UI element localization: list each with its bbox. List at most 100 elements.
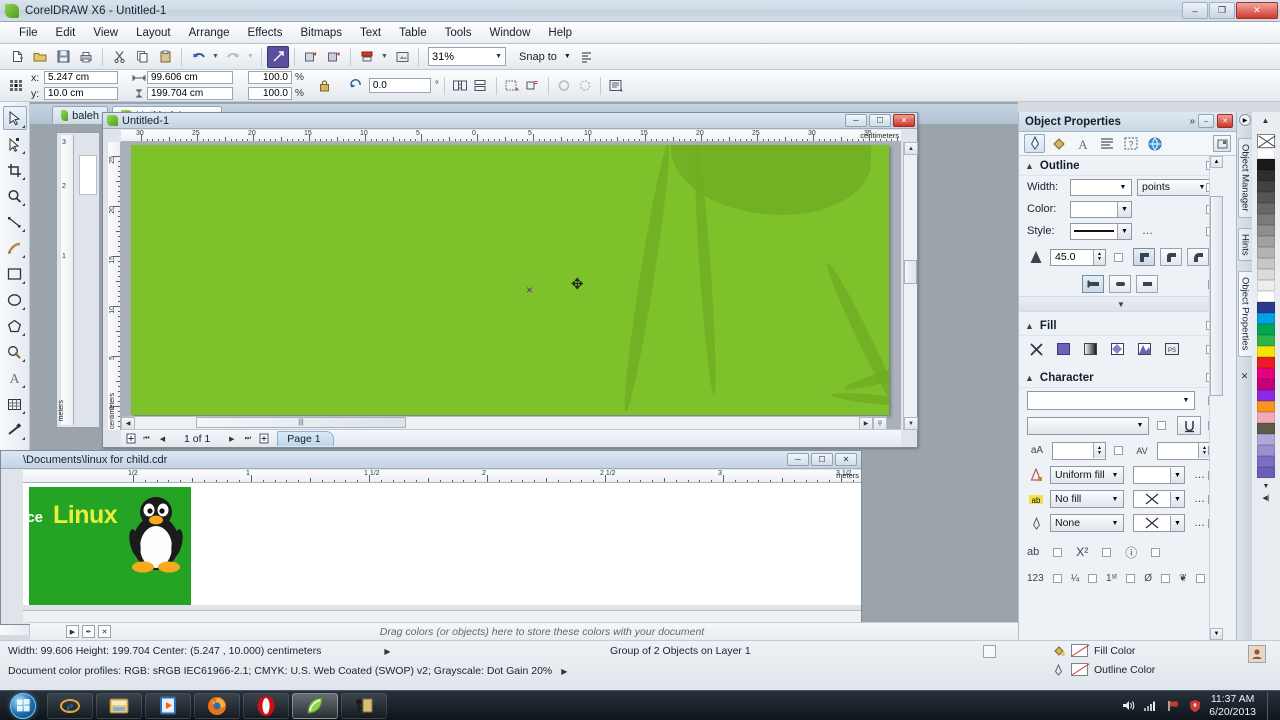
- taskbar-other-app[interactable]: [341, 692, 387, 719]
- basic-shapes-tool[interactable]: [3, 340, 27, 364]
- export-to-button[interactable]: [323, 46, 345, 68]
- font-family-combo[interactable]: ▼: [1027, 391, 1195, 410]
- palette-scroll-up-button[interactable]: ▲: [1259, 114, 1272, 127]
- palette-swatch[interactable]: [1257, 390, 1275, 401]
- options-button[interactable]: [576, 46, 598, 68]
- x-position-field[interactable]: 5.247 cm: [44, 71, 118, 84]
- opentype-slashed-zero-button[interactable]: Ø: [1144, 573, 1152, 584]
- character-effects-checkbox[interactable]: [1151, 547, 1161, 557]
- status-lock-indicator[interactable]: [983, 645, 996, 658]
- object-origin-picker[interactable]: [6, 76, 26, 96]
- polygon-tool[interactable]: [3, 314, 27, 338]
- palette-swatch[interactable]: [1257, 313, 1275, 324]
- table-tool[interactable]: [3, 392, 27, 416]
- shape-tool[interactable]: [3, 132, 27, 156]
- opentype-ordinals-checkbox[interactable]: [1126, 573, 1136, 583]
- palette-swatch[interactable]: [1257, 368, 1275, 379]
- eyedropper-icon[interactable]: ✒: [82, 625, 95, 638]
- page-tab-1[interactable]: Page 1: [277, 431, 334, 446]
- menu-item-tools[interactable]: Tools: [436, 24, 481, 42]
- opentype-numerals-checkbox[interactable]: [1052, 573, 1062, 583]
- mirror-horizontal-button[interactable]: [450, 76, 470, 96]
- font-style-combo[interactable]: ▼: [1027, 416, 1149, 435]
- status-outline-color[interactable]: Outline Color: [1052, 663, 1155, 676]
- round-corner-button[interactable]: [1187, 248, 1209, 266]
- color-drag-strip[interactable]: ▶ ✒ ✕ Drag colors (or objects) here to s…: [30, 622, 1018, 640]
- horizontal-scroll-thumb[interactable]: |||: [196, 417, 406, 428]
- previous-page-button[interactable]: ◀: [156, 432, 169, 445]
- snap-to-button[interactable]: Snap to ▼: [515, 47, 575, 66]
- round-cap-button[interactable]: [1109, 275, 1131, 293]
- y-position-field[interactable]: 10.0 cm: [44, 87, 118, 100]
- tray-volume-icon[interactable]: [1121, 698, 1136, 713]
- character-position-checkbox[interactable]: [1053, 547, 1063, 557]
- character-position-button[interactable]: ab: [1027, 546, 1039, 558]
- docker-collapse-button[interactable]: ▶: [1239, 114, 1251, 126]
- docker-close-button[interactable]: ✕: [1217, 114, 1233, 128]
- start-button[interactable]: [2, 692, 44, 720]
- character-outline-combo[interactable]: None ▼: [1050, 514, 1124, 532]
- palette-swatch[interactable]: [1257, 445, 1275, 456]
- palette-swatch[interactable]: [1257, 258, 1275, 269]
- fill-pattern-button[interactable]: [1108, 341, 1127, 358]
- close-button[interactable]: ✕: [1236, 2, 1278, 19]
- redo-dropdown-arrow[interactable]: ▼: [245, 46, 256, 68]
- child2-horizontal-scrollbar[interactable]: [23, 610, 861, 622]
- scroll-down-button[interactable]: ▼: [904, 417, 918, 430]
- outline-style-more-button[interactable]: …: [1142, 225, 1154, 237]
- child2-minimize-button[interactable]: ─: [787, 453, 809, 466]
- palette-swatch[interactable]: [1257, 192, 1275, 203]
- child2-restore-button[interactable]: ☐: [811, 453, 833, 466]
- child-restore-button[interactable]: ☐: [869, 114, 891, 127]
- opentype-fractions-checkbox[interactable]: [1088, 573, 1098, 583]
- mirror-vertical-button[interactable]: [471, 76, 491, 96]
- freehand-tool[interactable]: [3, 210, 27, 234]
- miter-corner-button[interactable]: [1133, 248, 1155, 266]
- docker-expand-button[interactable]: »: [1189, 116, 1195, 127]
- status-user-icon[interactable]: [1248, 645, 1266, 663]
- show-desktop-button[interactable]: [1267, 691, 1276, 720]
- open-document-button[interactable]: [29, 46, 51, 68]
- docker-scroll-up-button[interactable]: ▲: [1210, 156, 1223, 168]
- child2-close-button[interactable]: ✕: [835, 453, 857, 466]
- palette-swatch[interactable]: [1257, 203, 1275, 214]
- outline-color-picker[interactable]: ▼: [1070, 200, 1132, 218]
- object-properties-button[interactable]: [606, 76, 626, 96]
- child-close-button[interactable]: ✕: [893, 114, 915, 127]
- docker-tab-character[interactable]: A: [1072, 134, 1093, 153]
- tray-security-icon[interactable]: [1187, 698, 1202, 713]
- superscript-button[interactable]: X²: [1076, 545, 1088, 559]
- docker-tab-fill[interactable]: [1048, 134, 1069, 153]
- add-page-before-button[interactable]: [124, 432, 137, 445]
- ellipse-tool[interactable]: [3, 288, 27, 312]
- undo-dropdown-arrow[interactable]: ▼: [210, 46, 221, 68]
- add-page-after-button[interactable]: [257, 432, 270, 445]
- docker-tab-paragraph[interactable]: [1096, 134, 1117, 153]
- palette-swatch[interactable]: [1257, 401, 1275, 412]
- palette-swatch[interactable]: [1257, 335, 1275, 346]
- wrap-text-button[interactable]: [523, 76, 543, 96]
- opentype-fractions-button[interactable]: ¼: [1071, 573, 1079, 584]
- child2-horizontal-ruler[interactable]: meters 1/2 1 1 1/2 2 2 1/2 3 3 1/2: [23, 470, 861, 483]
- zoom-level-combo[interactable]: 31% ▼: [428, 47, 506, 66]
- menu-item-table[interactable]: Table: [390, 24, 436, 42]
- palette-swatch[interactable]: [1257, 357, 1275, 368]
- range-kerning-field[interactable]: ▲ ▼: [1157, 441, 1211, 460]
- palette-swatch[interactable]: [1257, 269, 1275, 280]
- scale-horizontal-field[interactable]: 100.0: [248, 71, 292, 84]
- opentype-ordinals-button[interactable]: 1ˢᵗ: [1106, 573, 1117, 584]
- opentype-swashes-checkbox[interactable]: [1196, 573, 1206, 583]
- section-fill[interactable]: ▲ Fill: [1019, 316, 1223, 336]
- character-outline-more-button[interactable]: …: [1194, 517, 1206, 529]
- menu-item-arrange[interactable]: Arrange: [180, 24, 239, 42]
- menu-item-file[interactable]: File: [10, 24, 47, 42]
- status-profiles-arrow[interactable]: ▶: [561, 667, 567, 676]
- redo-button[interactable]: [222, 46, 244, 68]
- docker-scroll-down-button[interactable]: ▼: [1210, 628, 1223, 640]
- undo-button[interactable]: [187, 46, 209, 68]
- taskbar-coreldraw[interactable]: [292, 692, 338, 719]
- outline-width-button[interactable]: [554, 76, 574, 96]
- zoom-tool[interactable]: [3, 184, 27, 208]
- section-outline[interactable]: ▲ Outline: [1019, 156, 1223, 176]
- palette-swatch[interactable]: [1257, 379, 1275, 390]
